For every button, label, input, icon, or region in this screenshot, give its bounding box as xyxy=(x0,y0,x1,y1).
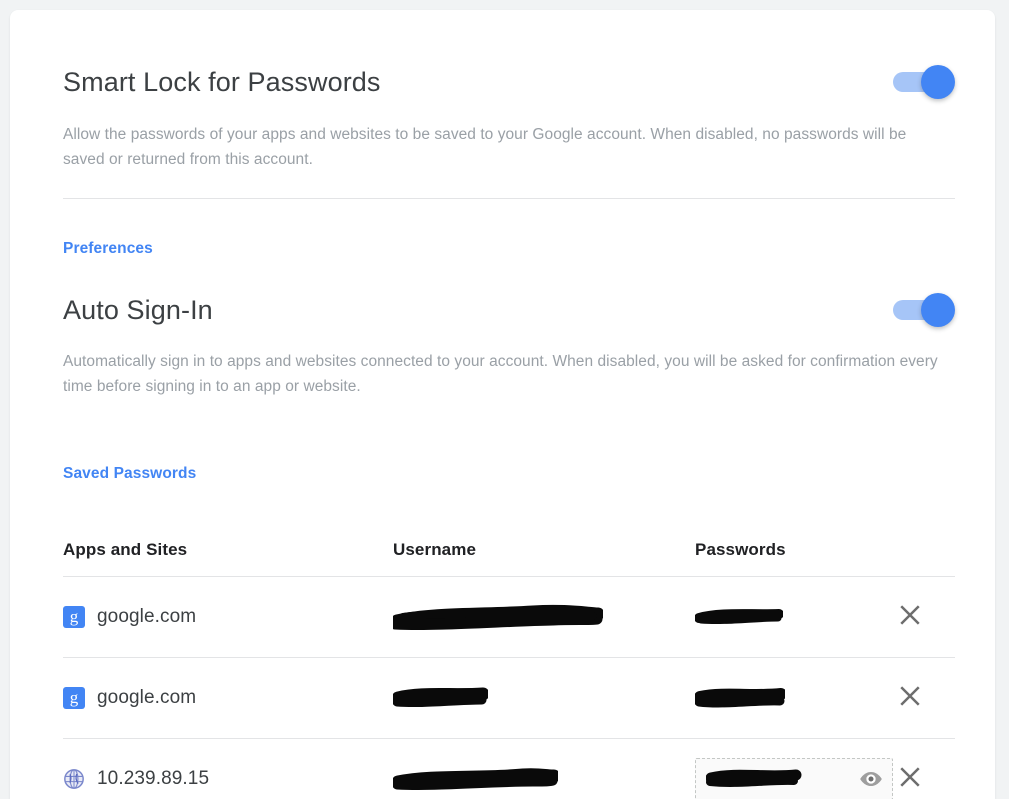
username-redaction xyxy=(393,604,695,630)
username-cell[interactable] xyxy=(393,604,695,630)
password-redaction xyxy=(695,604,895,630)
password-cell[interactable] xyxy=(695,685,895,711)
preferences-heading: Preferences xyxy=(63,240,153,257)
delete-entry-button[interactable] xyxy=(895,600,955,635)
saved-passwords-table: Apps and Sites Username Passwords g goog… xyxy=(63,524,955,799)
smart-lock-title: Smart Lock for Passwords xyxy=(63,67,381,97)
toggle-thumb xyxy=(921,65,955,99)
close-x-icon[interactable] xyxy=(895,600,925,630)
username-cell[interactable] xyxy=(393,766,695,792)
auto-sign-in-title: Auto Sign-In xyxy=(63,295,213,325)
globe-icon xyxy=(64,769,84,789)
column-header-passwords: Passwords xyxy=(695,540,786,559)
table-row[interactable]: g google.com xyxy=(63,657,955,738)
settings-card: Smart Lock for Passwords Allow the passw… xyxy=(10,10,995,799)
site-name: 10.239.89.15 xyxy=(97,768,210,789)
eye-icon[interactable] xyxy=(858,766,884,792)
smart-lock-toggle[interactable] xyxy=(893,65,955,99)
table-row[interactable]: 10.239.89.15 xyxy=(63,738,955,799)
password-redaction xyxy=(695,685,895,711)
settings-page: Smart Lock for Passwords Allow the passw… xyxy=(0,0,1009,799)
password-cell[interactable] xyxy=(695,758,895,799)
password-input-field[interactable] xyxy=(695,758,893,799)
column-header-username: Username xyxy=(393,540,477,559)
auto-sign-in-toggle[interactable] xyxy=(893,293,955,327)
section-divider-1 xyxy=(63,198,955,199)
site-cell: 10.239.89.15 xyxy=(63,768,393,790)
table-row[interactable]: g google.com xyxy=(63,576,955,657)
close-x-icon[interactable] xyxy=(895,762,925,792)
toggle-thumb xyxy=(921,293,955,327)
auto-sign-in-description: Automatically sign in to apps and websit… xyxy=(63,353,938,395)
site-name: google.com xyxy=(97,606,197,627)
delete-entry-button[interactable] xyxy=(895,762,955,797)
password-redaction xyxy=(706,766,802,792)
smart-lock-description: Allow the passwords of your apps and web… xyxy=(63,126,907,168)
site-cell: g google.com xyxy=(63,687,393,709)
settings-content: Smart Lock for Passwords Allow the passw… xyxy=(53,10,955,799)
google-favicon-icon: g xyxy=(63,687,85,709)
auto-sign-in-header-row: Auto Sign-In xyxy=(63,293,955,327)
password-cell[interactable] xyxy=(695,604,895,630)
site-name: google.com xyxy=(97,687,197,708)
close-x-icon[interactable] xyxy=(895,681,925,711)
google-favicon-icon: g xyxy=(63,606,85,628)
column-header-apps-and-sites: Apps and Sites xyxy=(63,540,188,559)
smart-lock-header-row: Smart Lock for Passwords xyxy=(63,65,955,99)
saved-passwords-heading: Saved Passwords xyxy=(63,465,197,482)
username-cell[interactable] xyxy=(393,685,695,711)
delete-entry-button[interactable] xyxy=(895,681,955,716)
site-cell: g google.com xyxy=(63,606,393,628)
table-header-row: Apps and Sites Username Passwords xyxy=(63,524,955,576)
username-redaction xyxy=(393,685,695,711)
username-redaction xyxy=(393,766,695,792)
